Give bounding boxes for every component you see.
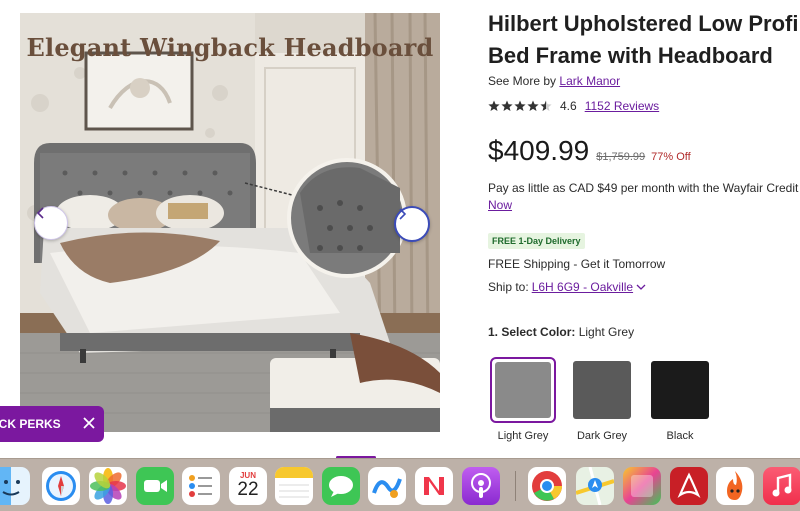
shipping-text: FREE Shipping - Get it Tomorrow: [488, 257, 666, 271]
ship-to-location-link[interactable]: L6H 6G9 - Oakville: [532, 280, 633, 294]
discount-label: 77% Off: [651, 151, 691, 163]
swatch-label: Light Grey: [497, 430, 549, 442]
current-price: $409.99: [488, 135, 590, 166]
product-title-line1: Hilbert Upholstered Low Profile: [488, 11, 800, 36]
reviews-link[interactable]: 1152 Reviews: [585, 99, 659, 113]
perks-label: LOCK PERKS: [0, 417, 61, 431]
previous-image-button[interactable]: [34, 206, 68, 240]
maps-icon[interactable]: [576, 467, 614, 505]
bed-photo: [20, 13, 440, 432]
star-rating-icon: [488, 100, 552, 111]
product-image[interactable]: Elegant Wingback Headboard: [20, 13, 440, 432]
color-swatch-dark-grey[interactable]: [569, 357, 635, 423]
rating-stars: [488, 100, 554, 112]
color-step-label: 1. Select Color:: [488, 325, 576, 339]
chevron-right-icon: [399, 208, 407, 220]
financing-text: Pay as little as CAD $49 per month with …: [488, 180, 800, 214]
selected-color-name: Light Grey: [578, 325, 635, 339]
product-title: Hilbert Upholstered Low Profile Bed Fram…: [488, 8, 800, 72]
ship-to-label: Ship to:: [488, 280, 529, 294]
financing-line: Pay as little as CAD $49 per month with …: [488, 181, 799, 195]
rating-row: 4.6 1152 Reviews: [488, 99, 659, 113]
notes-icon[interactable]: [275, 467, 313, 505]
photos-icon[interactable]: [89, 467, 127, 505]
rating-value: 4.6: [560, 99, 577, 113]
swatch-chip: [573, 361, 631, 419]
news-icon[interactable]: [415, 467, 453, 505]
original-price: $1,759.99: [596, 151, 646, 163]
finder-icon[interactable]: [0, 467, 30, 505]
color-selector-label: 1. Select Color: Light Grey: [488, 325, 634, 339]
see-more-by: See More by Lark Manor: [488, 74, 620, 88]
calendar-day: 22: [237, 478, 259, 500]
dock: JUN 22: [0, 458, 800, 511]
perks-banner[interactable]: LOCK PERKS: [0, 406, 104, 442]
apply-now-link[interactable]: Now: [488, 198, 512, 212]
swatch-chip: [651, 361, 709, 419]
product-title-line2: Bed Frame with Headboard: [488, 43, 773, 68]
messages-icon[interactable]: [322, 467, 360, 505]
chevron-down-icon[interactable]: [636, 283, 646, 291]
hotspot-icon[interactable]: [716, 467, 754, 505]
preview-icon[interactable]: [623, 467, 661, 505]
close-icon[interactable]: [82, 416, 96, 430]
acrobat-icon[interactable]: [670, 467, 708, 505]
swatch-chip: [495, 362, 551, 418]
music-icon[interactable]: [763, 467, 800, 505]
next-image-button[interactable]: [394, 206, 430, 242]
podcasts-icon[interactable]: [462, 467, 500, 505]
color-swatch-black[interactable]: [647, 357, 713, 423]
price-row: $409.99 $1,759.99 77% Off: [488, 135, 691, 167]
chevron-left-icon: [36, 207, 44, 219]
brand-link[interactable]: Lark Manor: [559, 74, 620, 88]
swatch-label: Dark Grey: [576, 430, 628, 442]
dock-separator: [515, 471, 516, 501]
color-swatch-light-grey[interactable]: [490, 357, 556, 423]
see-more-prefix: See More by: [488, 74, 557, 88]
chrome-icon[interactable]: [528, 467, 566, 505]
safari-icon[interactable]: [42, 467, 80, 505]
swatch-label: Black: [666, 430, 694, 442]
reminders-icon[interactable]: [182, 467, 220, 505]
freeform-icon[interactable]: [368, 467, 406, 505]
ship-to-row: Ship to: L6H 6G9 - Oakville: [488, 280, 646, 294]
delivery-badge: FREE 1-Day Delivery: [488, 233, 585, 249]
facetime-icon[interactable]: [136, 467, 174, 505]
calendar-icon[interactable]: JUN 22: [229, 467, 267, 505]
image-title: Elegant Wingback Headboard: [26, 33, 434, 62]
